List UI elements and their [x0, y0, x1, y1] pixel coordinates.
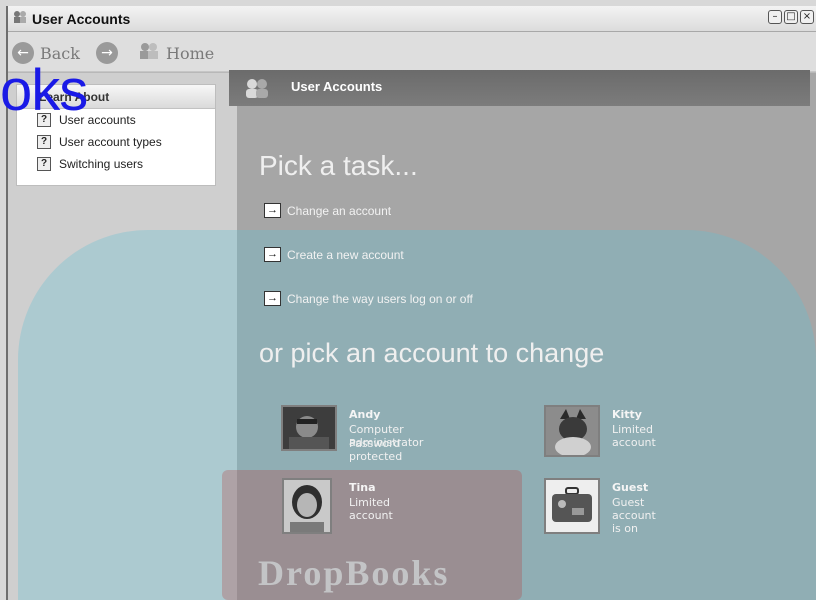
- account-name: Andy: [349, 408, 381, 421]
- title-bar: User Accounts – □ ×: [8, 6, 816, 32]
- home-icon: [138, 42, 160, 65]
- help-question-icon: ?: [37, 135, 51, 149]
- task-change-account[interactable]: → Change an account: [264, 203, 391, 218]
- account-name: Guest: [612, 481, 649, 494]
- avatar-andy: [281, 405, 337, 451]
- navigation-toolbar: ← Back → Home: [8, 32, 816, 72]
- learn-item-user-account-types[interactable]: ? User account types: [17, 131, 215, 153]
- arrow-right-icon: →: [264, 203, 281, 218]
- account-status: Password protected: [349, 437, 403, 463]
- header-title: User Accounts: [291, 79, 383, 94]
- home-label: Home: [166, 44, 215, 63]
- task-label: Change an account: [287, 203, 392, 218]
- maximize-button[interactable]: □: [784, 10, 798, 24]
- window-title: User Accounts: [32, 11, 131, 27]
- learn-item-switching-users[interactable]: ? Switching users: [17, 153, 215, 175]
- watermark-brand: DropBooks: [258, 553, 450, 593]
- account-name: Kitty: [612, 408, 642, 421]
- minimize-button[interactable]: –: [768, 10, 782, 24]
- close-button[interactable]: ×: [800, 10, 814, 24]
- arrow-right-icon: →: [264, 247, 281, 262]
- account-type: Limited account: [612, 423, 656, 449]
- account-name: Tina: [349, 481, 376, 494]
- user-accounts-header: User Accounts: [229, 70, 810, 106]
- avatar-tina: [282, 478, 332, 534]
- pick-task-heading: Pick a task...: [259, 150, 418, 181]
- home-button[interactable]: Home: [138, 42, 214, 65]
- task-label: Create a new account: [287, 247, 404, 262]
- pick-account-heading: or pick an account to change: [259, 338, 605, 368]
- people-icon: [243, 77, 271, 104]
- forward-button[interactable]: →: [96, 42, 118, 64]
- task-label: Change the way users log on or off: [287, 291, 473, 306]
- learn-item-label: User account types: [59, 135, 162, 149]
- avatar-kitty: [544, 405, 600, 457]
- account-type: Guest account is on: [612, 496, 656, 535]
- task-change-logon[interactable]: → Change the way users log on or off: [264, 291, 473, 306]
- task-create-account[interactable]: → Create a new account: [264, 247, 404, 262]
- user-accounts-icon: [12, 10, 28, 28]
- account-type: Limited account: [349, 496, 393, 522]
- watermark-logo: oks: [0, 58, 88, 123]
- help-question-icon: ?: [37, 157, 51, 171]
- learn-item-label: Switching users: [59, 157, 144, 171]
- forward-arrow-icon: →: [96, 42, 118, 64]
- arrow-right-icon: →: [264, 291, 281, 306]
- avatar-guest: [544, 478, 600, 534]
